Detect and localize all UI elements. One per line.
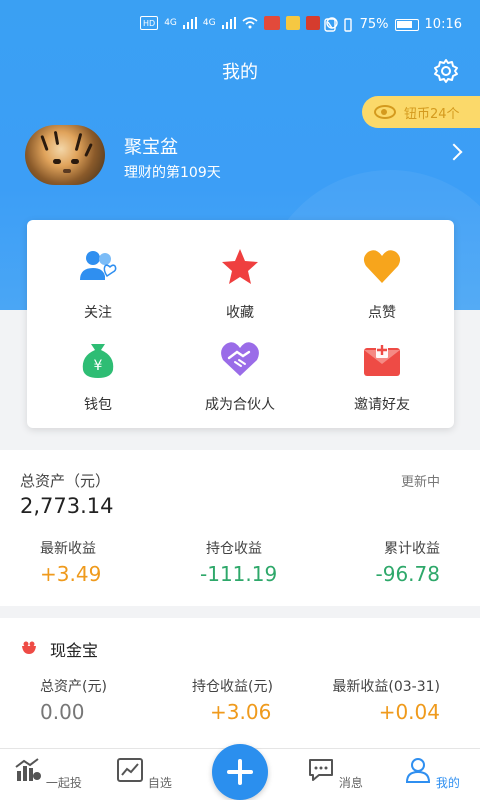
cash-holding-value: +3.06 — [210, 700, 272, 724]
assets-section[interactable]: 总资产（元） 更新中 2,773.14 最新收益 持仓收益 累计收益 +3.49… — [0, 450, 480, 606]
wifi-icon — [242, 17, 258, 29]
cash-metric-label-0: 总资产(元) — [40, 679, 107, 695]
nav-invest-together[interactable]: 一起投 — [13, 757, 83, 791]
hd-icon: HD — [140, 16, 159, 30]
quick-favorite-label: 收藏 — [226, 305, 254, 321]
handshake-icon — [221, 342, 259, 376]
invest-days: 理财的第109天 — [124, 165, 221, 181]
assets-update-status: 更新中 — [400, 475, 440, 490]
nav-profile-label: 我的 — [435, 776, 460, 790]
app-notify-icon-2 — [285, 16, 300, 30]
nav-watchlist-label: 自选 — [147, 776, 172, 790]
message-icon — [309, 759, 334, 781]
assets-latest-value: +3.49 — [40, 562, 102, 586]
cash-total-value: 0.00 — [40, 700, 85, 724]
svg-text:¥: ¥ — [94, 358, 103, 374]
nav-messages[interactable]: 消息 — [300, 757, 370, 791]
cash-section[interactable]: 现金宝 总资产(元) 持仓收益(元) 最新收益(03-31) 0.00 +3.0… — [0, 618, 480, 750]
wallet-icon: ¥ — [82, 344, 114, 378]
quick-invite-label: 邀请好友 — [354, 397, 410, 413]
status-bar: HD 4G 4G 75% 10:16 — [0, 0, 480, 52]
assets-cumulative-value: -96.78 — [375, 562, 440, 586]
quick-partner[interactable]: 成为合伙人 — [169, 338, 311, 414]
chevron-right-icon[interactable] — [445, 143, 463, 161]
username: 聚宝盆 — [124, 137, 178, 158]
assets-holding-value: -111.19 — [200, 562, 278, 586]
assets-metric-label-2: 累计收益 — [384, 541, 440, 557]
coin-badge[interactable]: 钮币24个 — [362, 96, 480, 128]
status-icons: HD 4G 4G — [140, 16, 338, 30]
cash-metric-label-1: 持仓收益(元) — [192, 679, 273, 695]
assets-metric-label-0: 最新收益 — [40, 541, 96, 557]
signal-label-1: 4G — [164, 18, 177, 28]
nav-profile[interactable]: 我的 — [397, 757, 467, 791]
vibrate-icon — [343, 17, 352, 32]
profile-icon — [406, 758, 431, 783]
users-follow-icon — [80, 251, 117, 280]
assets-total: 2,773.14 — [20, 494, 114, 518]
quick-wallet-label: 钱包 — [84, 397, 112, 413]
heart-icon — [363, 250, 401, 283]
nav-invest-together-label: 一起投 — [45, 776, 82, 790]
coin-eye-icon — [374, 105, 396, 119]
trend-line-icon — [117, 758, 144, 782]
status-right: 75% 10:16 — [323, 17, 462, 32]
gear-icon[interactable] — [432, 57, 460, 85]
page-title: 我的 — [222, 62, 258, 83]
app-notify-icon-3 — [305, 16, 320, 30]
cash-pot-icon — [22, 641, 36, 654]
star-icon — [222, 249, 258, 284]
signal-icon-2 — [221, 17, 236, 29]
plus-icon[interactable] — [212, 744, 268, 800]
quick-invite[interactable]: 邀请好友 — [311, 338, 453, 414]
battery-percent: 75% — [359, 17, 389, 32]
nav-watchlist[interactable]: 自选 — [109, 757, 179, 791]
quick-partner-label: 成为合伙人 — [205, 397, 275, 413]
assets-metric-label-1: 持仓收益 — [206, 541, 262, 557]
signal-label-2: 4G — [202, 18, 216, 28]
quick-like-label: 点赞 — [368, 305, 396, 321]
battery-icon — [394, 18, 419, 31]
coin-badge-label: 钮币24个 — [404, 106, 460, 122]
cash-latest-value: +0.04 — [378, 700, 440, 724]
signal-icon — [182, 17, 197, 29]
cash-metric-label-2: 最新收益(03-31) — [332, 679, 440, 695]
quick-like[interactable]: 点赞 — [311, 246, 453, 322]
quick-follow[interactable]: 关注 — [27, 246, 169, 322]
nav-messages-label: 消息 — [338, 776, 363, 790]
cash-title: 现金宝 — [50, 641, 99, 660]
clock: 10:16 — [424, 17, 462, 32]
avatar[interactable] — [25, 125, 105, 185]
chart-bars-icon — [15, 758, 42, 781]
quick-favorite[interactable]: 收藏 — [169, 246, 311, 322]
nfc-icon — [323, 17, 336, 32]
quick-actions-card: 关注 收藏 点赞 ¥ 钱包 成为合伙人 邀请好友 — [27, 220, 454, 428]
assets-title: 总资产（元） — [20, 472, 111, 490]
app-notify-icon-1 — [263, 16, 280, 30]
quick-wallet[interactable]: ¥ 钱包 — [27, 338, 169, 414]
quick-follow-label: 关注 — [84, 305, 112, 321]
invite-envelope-icon — [364, 342, 400, 376]
